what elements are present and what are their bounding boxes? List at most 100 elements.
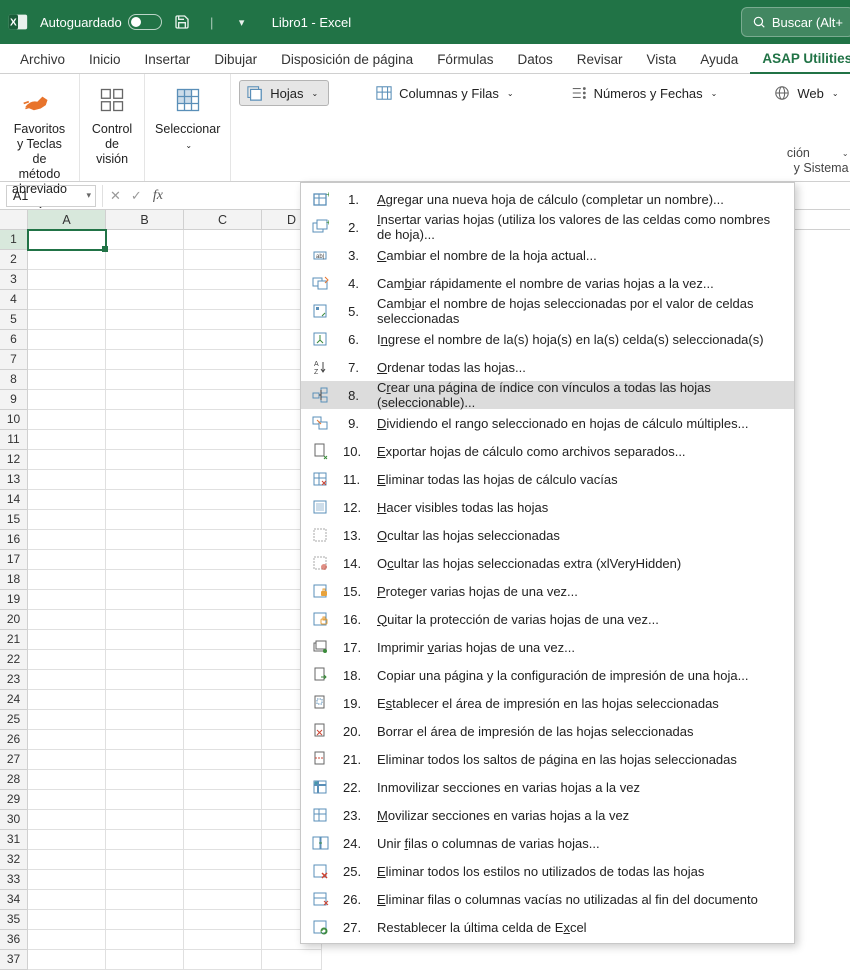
- row-header[interactable]: 12: [0, 450, 28, 470]
- qat-customize-icon[interactable]: ▾: [232, 12, 252, 32]
- tab-datos[interactable]: Datos: [505, 46, 564, 73]
- row-header[interactable]: 13: [0, 470, 28, 490]
- menu-item-27[interactable]: 27.Restablecer la última celda de Excel: [301, 913, 794, 941]
- cell[interactable]: [28, 470, 106, 490]
- row-header[interactable]: 37: [0, 950, 28, 970]
- cell[interactable]: [28, 490, 106, 510]
- cell[interactable]: [106, 550, 184, 570]
- tab-formulas[interactable]: Fórmulas: [425, 46, 505, 73]
- cell[interactable]: [28, 510, 106, 530]
- tab-revisar[interactable]: Revisar: [565, 46, 635, 73]
- cell[interactable]: [184, 450, 262, 470]
- cell[interactable]: [28, 310, 106, 330]
- row-header[interactable]: 10: [0, 410, 28, 430]
- menu-item-24[interactable]: 24.Unir filas o columnas de varias hojas…: [301, 829, 794, 857]
- cell[interactable]: [106, 330, 184, 350]
- menu-item-17[interactable]: 17.Imprimir varias hojas de una vez...: [301, 633, 794, 661]
- cell[interactable]: [184, 330, 262, 350]
- menu-item-6[interactable]: 6.Ingrese el nombre de la(s) hoja(s) en …: [301, 325, 794, 353]
- row-header[interactable]: 29: [0, 790, 28, 810]
- tab-inicio[interactable]: Inicio: [77, 46, 133, 73]
- cell[interactable]: [28, 710, 106, 730]
- cell[interactable]: [28, 390, 106, 410]
- cell[interactable]: [106, 850, 184, 870]
- cell[interactable]: [106, 290, 184, 310]
- hojas-dropdown-button[interactable]: Hojas ⌄: [239, 80, 329, 106]
- cell[interactable]: [106, 390, 184, 410]
- row-header[interactable]: 27: [0, 750, 28, 770]
- cell[interactable]: [184, 230, 262, 250]
- cell[interactable]: [184, 810, 262, 830]
- menu-item-4[interactable]: 4.Cambiar rápidamente el nombre de varia…: [301, 269, 794, 297]
- cell[interactable]: [184, 430, 262, 450]
- cell[interactable]: [184, 470, 262, 490]
- row-header[interactable]: 15: [0, 510, 28, 530]
- menu-item-16[interactable]: 16.Quitar la protección de varias hojas …: [301, 605, 794, 633]
- cell[interactable]: [28, 450, 106, 470]
- cell[interactable]: [28, 770, 106, 790]
- row-header[interactable]: 3: [0, 270, 28, 290]
- row-header[interactable]: 5: [0, 310, 28, 330]
- cell[interactable]: [106, 930, 184, 950]
- cell[interactable]: [28, 230, 106, 250]
- row-header[interactable]: 33: [0, 870, 28, 890]
- row-header[interactable]: 24: [0, 690, 28, 710]
- cell[interactable]: [184, 610, 262, 630]
- cell[interactable]: [184, 870, 262, 890]
- row-header[interactable]: 2: [0, 250, 28, 270]
- cell[interactable]: [28, 610, 106, 630]
- row-header[interactable]: 6: [0, 330, 28, 350]
- cell[interactable]: [28, 750, 106, 770]
- cell[interactable]: [184, 490, 262, 510]
- cell[interactable]: [106, 630, 184, 650]
- cell[interactable]: [184, 690, 262, 710]
- cell[interactable]: [106, 490, 184, 510]
- cell[interactable]: [184, 650, 262, 670]
- menu-item-3[interactable]: ab|3.Cambiar el nombre de la hoja actual…: [301, 241, 794, 269]
- row-header[interactable]: 7: [0, 350, 28, 370]
- search-box[interactable]: Buscar (Alt+: [741, 7, 850, 37]
- menu-item-26[interactable]: 26.Eliminar filas o columnas vacías no u…: [301, 885, 794, 913]
- menu-item-22[interactable]: 22.Inmovilizar secciones en varias hojas…: [301, 773, 794, 801]
- row-header[interactable]: 4: [0, 290, 28, 310]
- cell[interactable]: [184, 390, 262, 410]
- cell[interactable]: [184, 850, 262, 870]
- name-box[interactable]: A1 ▾: [6, 185, 96, 207]
- tab-disposicion[interactable]: Disposición de página: [269, 46, 425, 73]
- row-header[interactable]: 20: [0, 610, 28, 630]
- menu-item-25[interactable]: 25.Eliminar todos los estilos no utiliza…: [301, 857, 794, 885]
- cell[interactable]: [28, 690, 106, 710]
- cell[interactable]: [28, 550, 106, 570]
- control-vision-button[interactable]: Control de visión: [88, 80, 136, 169]
- col-header-B[interactable]: B: [106, 210, 184, 229]
- cell[interactable]: [28, 890, 106, 910]
- cell[interactable]: [106, 570, 184, 590]
- cell[interactable]: [106, 230, 184, 250]
- cell[interactable]: [106, 410, 184, 430]
- menu-item-10[interactable]: 10.Exportar hojas de cálculo como archiv…: [301, 437, 794, 465]
- cell[interactable]: [28, 410, 106, 430]
- seleccionar-button[interactable]: Seleccionar⌄: [151, 80, 224, 153]
- tab-archivo[interactable]: Archivo: [8, 46, 77, 73]
- cell[interactable]: [184, 570, 262, 590]
- cell[interactable]: [106, 810, 184, 830]
- menu-item-9[interactable]: 9.Dividiendo el rango seleccionado en ho…: [301, 409, 794, 437]
- cell[interactable]: [184, 590, 262, 610]
- col-header-A[interactable]: A: [28, 210, 106, 229]
- cell[interactable]: [106, 670, 184, 690]
- tab-insertar[interactable]: Insertar: [133, 46, 203, 73]
- cell[interactable]: [184, 790, 262, 810]
- cancel-icon[interactable]: ✕: [107, 188, 124, 204]
- row-header[interactable]: 1: [0, 230, 28, 250]
- tab-dibujar[interactable]: Dibujar: [202, 46, 269, 73]
- menu-item-15[interactable]: 15.Proteger varias hojas de una vez...: [301, 577, 794, 605]
- row-header[interactable]: 36: [0, 930, 28, 950]
- cell[interactable]: [184, 370, 262, 390]
- row-header[interactable]: 8: [0, 370, 28, 390]
- cell[interactable]: [106, 690, 184, 710]
- cell[interactable]: [106, 470, 184, 490]
- row-header[interactable]: 17: [0, 550, 28, 570]
- cell[interactable]: [184, 910, 262, 930]
- cell[interactable]: [106, 310, 184, 330]
- menu-item-2[interactable]: +2.Insertar varias hojas (utiliza los va…: [301, 213, 794, 241]
